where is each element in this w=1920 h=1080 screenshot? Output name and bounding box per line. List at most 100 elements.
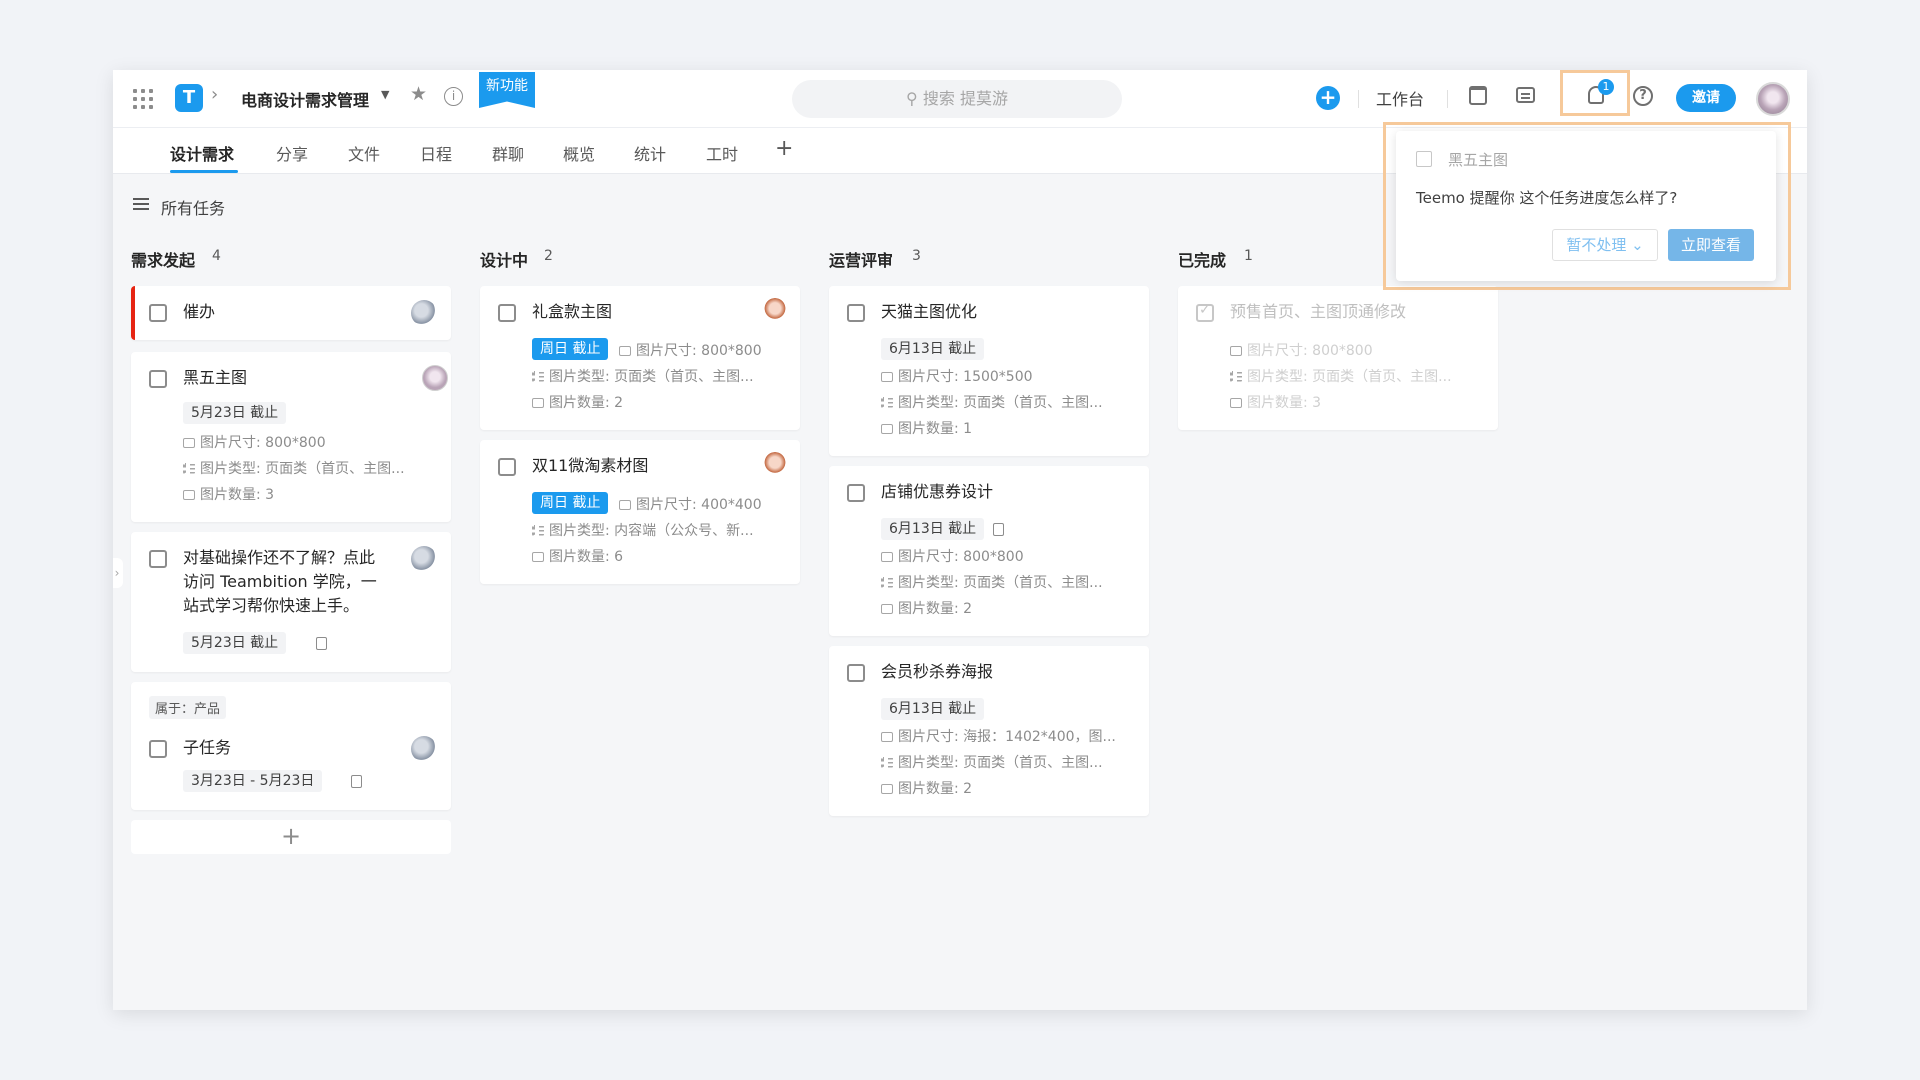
tab-group-chat[interactable]: 群聊 [492,141,524,165]
list-icon [881,757,893,768]
task-card[interactable]: 催办 [131,286,451,340]
search-input[interactable]: ⚲ 搜索 提莫游 [792,80,1122,118]
image-size-field: 图片尺寸: 400*400 [619,494,762,514]
new-feature-badge[interactable]: 新功能 [479,72,535,108]
add-tab-icon[interactable]: + [775,136,793,161]
list-icon [881,397,893,408]
image-quantity-field: 图片数量: 1 [881,418,972,438]
task-checkbox[interactable] [149,550,167,568]
task-card[interactable]: 双11微淘素材图 周日 截止 图片尺寸: 400*400 图片类型: 内容端（公… [480,440,800,584]
due-date-tag[interactable]: 6月13日 截止 [881,338,985,360]
info-icon[interactable]: i [444,87,463,106]
list-icon [183,463,195,474]
star-icon[interactable]: ★ [410,83,427,105]
assignee-avatar[interactable] [762,298,788,324]
task-card-completed[interactable]: 预售首页、主图顶通修改 图片尺寸: 800*800 图片类型: 页面类（首页、主… [1178,286,1498,430]
menu-icon[interactable] [133,198,149,210]
tab-share[interactable]: 分享 [276,141,308,165]
tab-files[interactable]: 文件 [348,141,380,165]
list-icon [532,525,544,536]
due-date-tag[interactable]: 6月13日 截止 [881,518,985,540]
tab-design-requests[interactable]: 设计需求 [170,141,234,165]
task-checkbox[interactable] [847,304,865,322]
task-checkbox-icon [1416,151,1432,167]
task-title: 天猫主图优化 [881,302,978,321]
image-icon [619,346,631,356]
calendar-icon[interactable] [1469,86,1487,105]
task-checkbox[interactable] [149,304,167,322]
due-date-tag[interactable]: 5月23日 截止 [183,402,287,424]
number-icon [532,398,544,408]
tab-work-hours[interactable]: 工时 [706,141,738,165]
task-title: 子任务 [183,738,232,757]
number-icon [881,604,893,614]
image-type-field: 图片类型: 页面类（首页、主图... [881,572,1103,592]
assignee-avatar[interactable] [411,546,437,572]
image-icon [619,500,631,510]
task-filter[interactable]: 所有任务 [161,195,225,219]
task-checkbox[interactable] [847,484,865,502]
reminder-task-title[interactable]: 黑五主图 [1448,149,1508,170]
assignee-avatar[interactable] [762,452,788,478]
image-quantity-field: 图片数量: 6 [532,546,623,566]
due-date-tag[interactable]: 周日 截止 [532,338,609,360]
due-date-tag[interactable]: 5月23日 截止 [183,632,287,654]
task-checkbox[interactable] [847,664,865,682]
number-icon [1230,398,1242,408]
help-icon[interactable]: ? [1633,86,1653,106]
task-checkbox-checked[interactable] [1196,302,1214,322]
due-date-tag[interactable]: 6月13日 截止 [881,698,985,720]
task-checkbox[interactable] [149,740,167,758]
list-icon [532,371,544,382]
view-now-button[interactable]: 立即查看 [1668,229,1754,261]
user-avatar[interactable] [1756,82,1790,116]
tab-schedule[interactable]: 日程 [420,141,452,165]
teambition-logo-icon[interactable]: T [175,84,203,112]
parent-task-label[interactable]: 属于：产品 [149,696,227,719]
message-icon[interactable] [1516,87,1535,103]
note-icon [993,523,1004,536]
reminder-popup: 黑五主图 Teemo 提醒你 这个任务进度怎么样了? 暂不处理 ⌄ 立即查看 [1396,131,1776,281]
column-count: 2 [544,248,553,264]
image-size-field: 图片尺寸: 800*800 [619,340,762,360]
task-card[interactable]: 会员秒杀券海报 6月13日 截止 图片尺寸: 海报：1402*400，图... … [829,646,1149,816]
number-icon [183,490,195,500]
image-type-field: 图片类型: 页面类（首页、主图... [532,366,754,386]
caret-down-icon[interactable]: ▼ [381,88,389,101]
task-title: 双11微淘素材图 [532,456,649,475]
task-card[interactable]: 对基础操作还不了解？点此 访问 Teambition 学院，一 站式学习帮你快速… [131,532,451,672]
project-title[interactable]: 电商设计需求管理 [241,87,369,111]
due-date-tag[interactable]: 3月23日 - 5月23日 [183,770,323,792]
task-checkbox[interactable] [149,370,167,388]
divider [1447,90,1448,108]
task-checkbox[interactable] [498,304,516,322]
task-card[interactable]: 属于：产品 子任务 3月23日 - 5月23日 [131,682,451,810]
number-icon [881,424,893,434]
sidebar-toggle-handle[interactable]: › [113,558,123,588]
task-card[interactable]: 天猫主图优化 6月13日 截止 图片尺寸: 1500*500 图片类型: 页面类… [829,286,1149,456]
assignee-avatar[interactable] [411,300,437,326]
invite-button[interactable]: 邀请 [1676,84,1736,112]
top-bar: T › 电商设计需求管理 ▼ ★ i 新功能 ⚲ 搜索 提莫游 + 工作台 1 … [113,70,1807,128]
tab-statistics[interactable]: 统计 [634,141,666,165]
task-card[interactable]: 礼盒款主图 周日 截止 图片尺寸: 800*800 图片类型: 页面类（首页、主… [480,286,800,430]
ignore-button[interactable]: 暂不处理 ⌄ [1552,229,1658,261]
workbench-link[interactable]: 工作台 [1376,86,1424,110]
task-title: 催办 [183,302,216,321]
task-card[interactable]: 黑五主图 5月23日 截止 图片尺寸: 800*800 图片类型: 页面类（首页… [131,352,451,522]
assignee-avatar[interactable] [422,365,448,391]
add-task-button[interactable]: + [131,820,451,854]
task-title: 黑五主图 [183,368,248,387]
image-size-field: 图片尺寸: 800*800 [1230,340,1373,360]
task-title: 店铺优惠券设计 [881,482,994,501]
app-window: T › 电商设计需求管理 ▼ ★ i 新功能 ⚲ 搜索 提莫游 + 工作台 1 … [113,70,1807,1010]
task-card[interactable]: 店铺优惠券设计 6月13日 截止 图片尺寸: 800*800 图片类型: 页面类… [829,466,1149,636]
tab-overview[interactable]: 概览 [563,141,595,165]
add-icon[interactable]: + [1316,86,1340,110]
assignee-avatar[interactable] [411,736,437,762]
task-checkbox[interactable] [498,458,516,476]
column-count: 3 [912,248,921,264]
due-date-tag[interactable]: 周日 截止 [532,492,609,514]
image-type-field: 图片类型: 页面类（首页、主图... [881,752,1103,772]
apps-grid-icon[interactable] [133,89,153,109]
